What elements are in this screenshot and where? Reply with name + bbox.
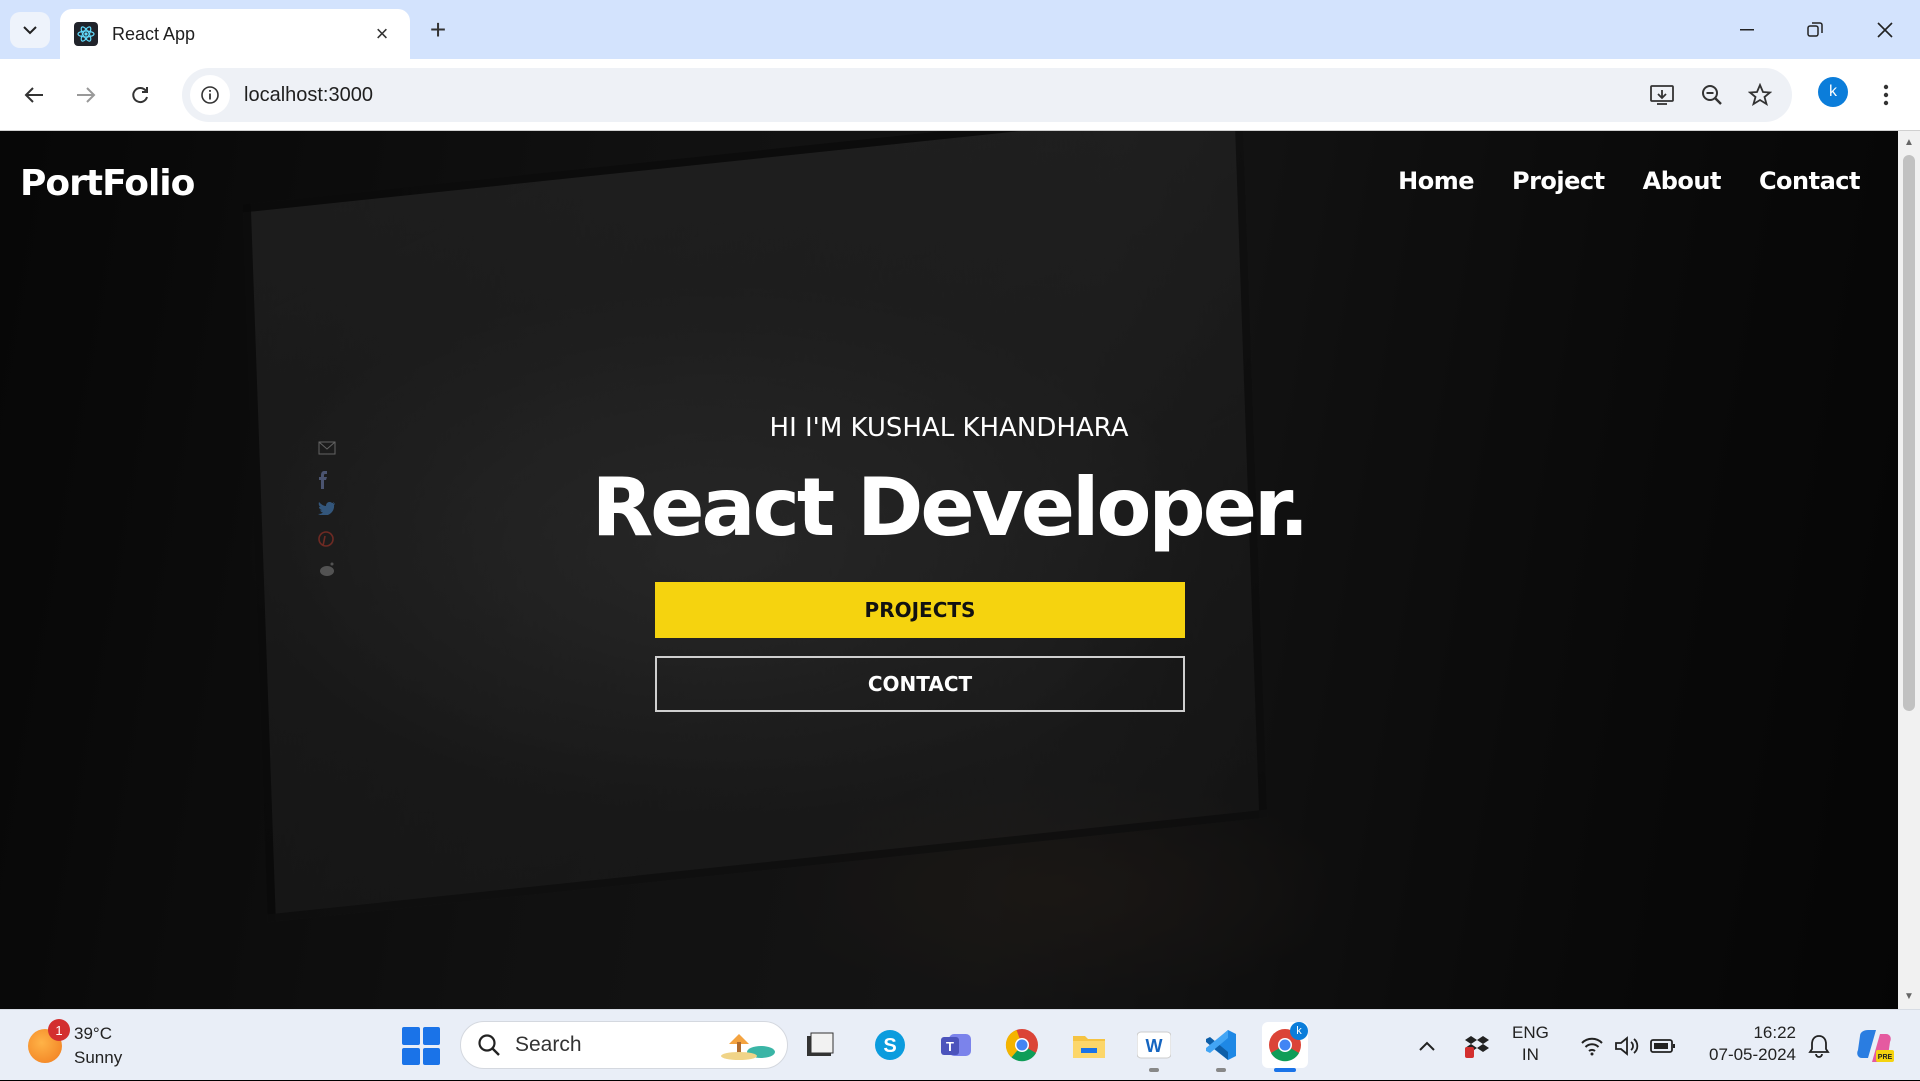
profile-avatar[interactable]: k — [1818, 77, 1848, 107]
site-logo[interactable]: PortFolio — [20, 163, 195, 204]
hero-overlay — [0, 131, 1898, 1009]
language-indicator[interactable]: ENG IN — [1512, 1022, 1549, 1066]
system-clock[interactable]: 16:22 07-05-2024 — [1700, 1022, 1796, 1066]
url-text[interactable]: localhost:3000 — [244, 84, 373, 107]
svg-text:W: W — [1146, 1036, 1163, 1056]
wifi-icon[interactable] — [1580, 1010, 1604, 1081]
sun-icon: 1 — [28, 1019, 70, 1063]
svg-text:T: T — [946, 1039, 954, 1054]
skype-icon[interactable]: S — [867, 1022, 913, 1068]
w-app-icon[interactable]: W — [1131, 1022, 1177, 1072]
minimize-icon[interactable] — [1722, 10, 1772, 50]
contact-button[interactable]: CONTACT — [655, 656, 1185, 712]
language-code: ENG — [1512, 1023, 1549, 1042]
nav-about[interactable]: About — [1643, 167, 1722, 195]
search-highlight-icon — [721, 1034, 775, 1060]
weather-badge: 1 — [48, 1019, 70, 1041]
close-tab-icon[interactable]: × — [368, 20, 396, 48]
bookmark-star-icon[interactable] — [1740, 75, 1780, 115]
menu-dots-icon[interactable] — [1870, 75, 1902, 115]
site-nav: Home Project About Contact — [1398, 167, 1860, 195]
file-manager-icon[interactable] — [797, 1022, 843, 1068]
search-placeholder: Search — [515, 1033, 582, 1056]
forward-arrow-icon[interactable] — [66, 75, 106, 115]
region-code: IN — [1521, 1045, 1539, 1064]
chrome-icon[interactable] — [999, 1022, 1045, 1068]
svg-text:S: S — [883, 1035, 896, 1057]
nav-home[interactable]: Home — [1398, 167, 1474, 195]
browser-tab[interactable]: React App × — [60, 9, 410, 59]
back-arrow-icon[interactable] — [14, 75, 54, 115]
hero-intro: HI I'M KUSHAL KHANDHARA — [769, 413, 1129, 443]
clock-date: 07-05-2024 — [1709, 1045, 1796, 1064]
close-window-icon[interactable] — [1860, 10, 1910, 50]
chrome-profile-badge: k — [1290, 1022, 1308, 1040]
weather-condition: Sunny — [74, 1048, 123, 1067]
weather-widget[interactable]: 1 39°C Sunny — [28, 1019, 123, 1070]
new-tab-icon[interactable]: + — [422, 14, 454, 46]
volume-icon[interactable] — [1614, 1010, 1640, 1081]
windows-taskbar: 1 39°C Sunny Search S T W k ENG IN 16:22… — [0, 1009, 1920, 1080]
nav-contact[interactable]: Contact — [1759, 167, 1861, 195]
battery-icon[interactable] — [1650, 1010, 1676, 1081]
reddit-icon — [318, 561, 336, 577]
hero-headline: React Developer. — [591, 461, 1310, 554]
portfolio-hero: PortFolio Home Project About Contact HI … — [0, 131, 1898, 1009]
vscode-icon[interactable] — [1198, 1022, 1244, 1072]
projects-button[interactable]: PROJECTS — [655, 582, 1185, 638]
search-icon — [478, 1034, 500, 1056]
notification-bell-icon[interactable] — [1808, 1010, 1830, 1081]
reload-icon[interactable] — [120, 75, 160, 115]
temperature: 39°C — [74, 1024, 112, 1043]
page-scrollbar[interactable]: ▲ ▼ — [1898, 131, 1920, 1009]
taskbar-search[interactable]: Search — [460, 1021, 788, 1069]
browser-tabstrip: React App × + — [0, 0, 1920, 59]
chevron-down-icon — [23, 26, 37, 35]
folder-icon[interactable] — [1066, 1022, 1112, 1068]
install-app-icon[interactable] — [1642, 75, 1682, 115]
windows-start-icon[interactable] — [402, 1027, 440, 1065]
zoom-icon[interactable] — [1692, 75, 1732, 115]
tab-title: React App — [112, 23, 196, 44]
scroll-up-icon[interactable]: ▲ — [1903, 137, 1915, 149]
teams-icon[interactable]: T — [934, 1022, 980, 1068]
tab-search-button[interactable] — [10, 12, 50, 48]
site-info-icon[interactable] — [190, 75, 230, 115]
scroll-thumb[interactable] — [1903, 155, 1915, 711]
nav-project[interactable]: Project — [1512, 167, 1605, 195]
react-icon — [74, 22, 98, 46]
svg-text:PRE: PRE — [1878, 1054, 1893, 1061]
clock-time: 16:22 — [1753, 1023, 1796, 1042]
browser-toolbar: localhost:3000 k — [0, 59, 1920, 131]
mail-icon — [318, 441, 336, 457]
address-bar[interactable]: localhost:3000 — [182, 68, 1792, 122]
dropbox-icon[interactable] — [1464, 1010, 1490, 1081]
chrome-active-icon[interactable]: k — [1262, 1022, 1308, 1072]
restore-icon[interactable] — [1790, 10, 1840, 50]
copilot-icon[interactable]: PRE — [1854, 1010, 1894, 1081]
show-hidden-icons[interactable] — [1418, 1010, 1436, 1081]
scroll-down-icon[interactable]: ▼ — [1903, 991, 1915, 1003]
